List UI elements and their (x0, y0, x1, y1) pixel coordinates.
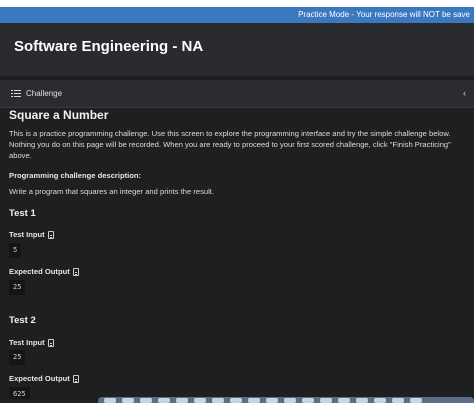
dock-app-icon[interactable] (122, 398, 134, 403)
dock-app-icon[interactable] (338, 398, 350, 403)
dock-app-icon[interactable] (212, 398, 224, 403)
problem-title: Square a Number (9, 109, 109, 122)
copy-icon[interactable] (72, 267, 79, 276)
dock-app-icon[interactable] (194, 398, 206, 403)
test-2-output-label: Expected Output (9, 374, 79, 383)
os-dock (98, 397, 474, 403)
challenge-content: Square a Number This is a practice progr… (0, 109, 474, 399)
test-2-output-value: 625 (9, 387, 30, 399)
expected-output-label-text: Expected Output (9, 374, 70, 383)
dock-app-icon[interactable] (356, 398, 368, 403)
test-2-input-value: 25 (9, 350, 26, 365)
dock-app-icon[interactable] (284, 398, 296, 403)
app-title: Software Engineering - NA (14, 38, 204, 55)
test-input-label-text: Test Input (9, 338, 45, 347)
app-header: Software Engineering - NA (0, 23, 474, 76)
dock-app-icon[interactable] (266, 398, 278, 403)
description-text: Write a program that squares an integer … (9, 187, 214, 196)
dock-app-icon[interactable] (230, 398, 242, 403)
dock-app-icon[interactable] (104, 398, 116, 403)
practice-intro-text: This is a practice programming challenge… (9, 129, 451, 160)
challenge-tab-label: Challenge (26, 89, 63, 98)
dock-app-icon[interactable] (320, 398, 332, 403)
test-1-input-label: Test Input (9, 230, 54, 239)
dock-app-icon[interactable] (158, 398, 170, 403)
list-icon (11, 89, 21, 98)
test-1-output-label: Expected Output (9, 267, 79, 276)
window-top-strip (0, 0, 474, 7)
challenge-panel-bar[interactable]: Challenge ‹ (0, 80, 474, 108)
dock-app-icon[interactable] (374, 398, 386, 403)
expected-output-label-text: Expected Output (9, 267, 70, 276)
dock-app-icon[interactable] (140, 398, 152, 403)
dock-app-icon[interactable] (176, 398, 188, 403)
test-1-input-value: 5 (9, 243, 22, 258)
copy-icon[interactable] (47, 338, 54, 347)
dock-app-icon[interactable] (392, 398, 404, 403)
copy-icon[interactable] (72, 374, 79, 383)
dock-app-icon[interactable] (248, 398, 260, 403)
test-1-output-value: 25 (9, 280, 26, 295)
test-1-heading: Test 1 (9, 208, 36, 219)
dock-app-icon[interactable] (410, 398, 422, 403)
practice-mode-banner: Practice Mode - Your response will NOT b… (0, 7, 474, 23)
test-2-heading: Test 2 (9, 315, 36, 326)
chevron-left-icon[interactable]: ‹ (463, 88, 466, 98)
dock-app-icon[interactable] (302, 398, 314, 403)
copy-icon[interactable] (47, 230, 54, 239)
description-label: Programming challenge description: (9, 171, 142, 180)
test-input-label-text: Test Input (9, 230, 45, 239)
test-2-input-label: Test Input (9, 338, 54, 347)
